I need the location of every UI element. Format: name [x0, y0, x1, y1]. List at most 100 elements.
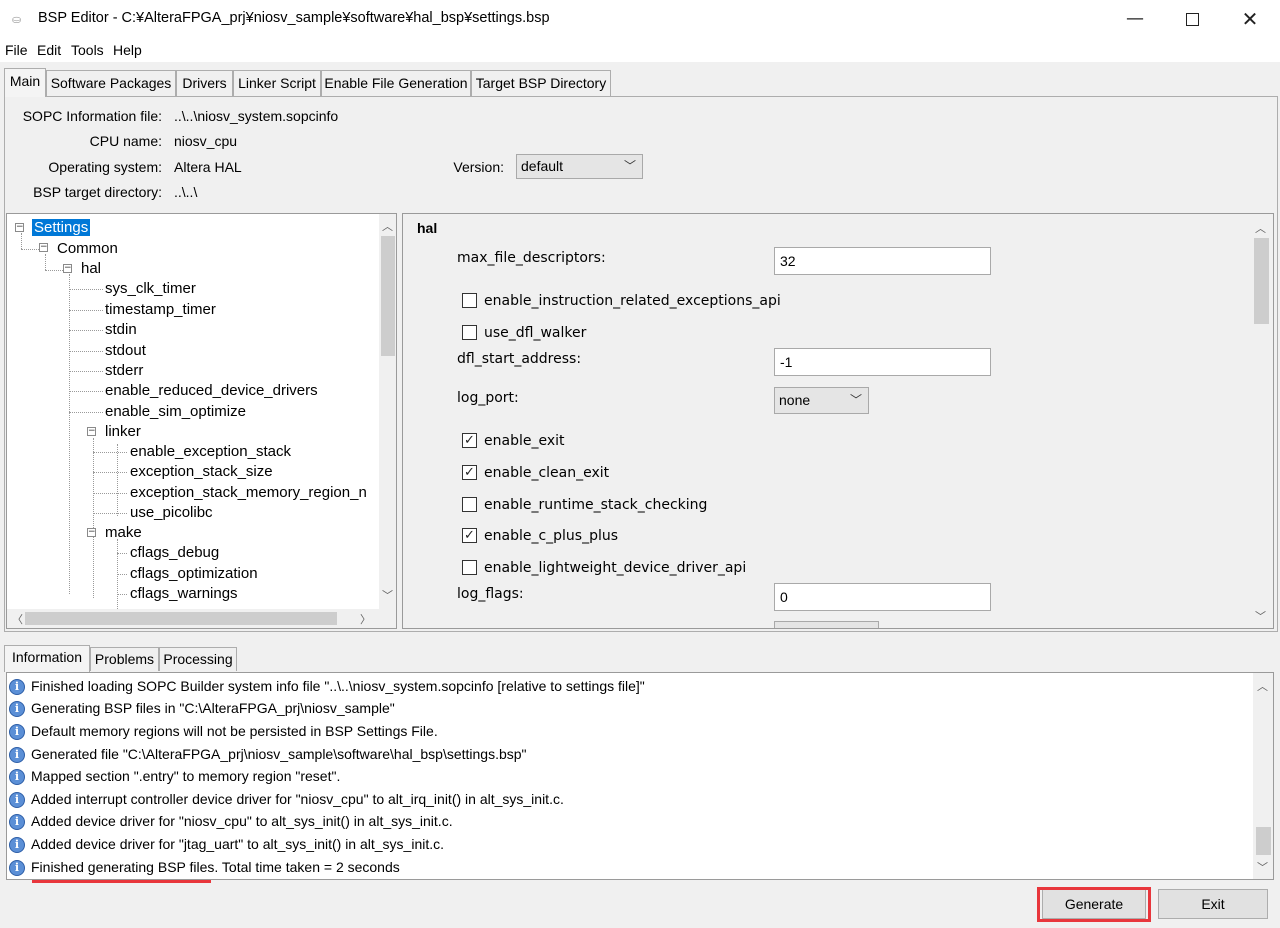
- log-entry: i Generated file "C:\AlteraFPGA_prj\niosv…: [9, 743, 527, 765]
- enable-instruction-related-exceptions-api-checkbox[interactable]: [462, 293, 477, 308]
- info-icon: i: [9, 814, 25, 831]
- max-file-descriptors-input[interactable]: 32: [774, 247, 991, 275]
- tree-node-linker[interactable]: linker: [105, 423, 141, 441]
- tab-problems[interactable]: Problems: [90, 647, 159, 671]
- tree-hscroll-thumb[interactable]: [25, 612, 337, 625]
- tab-drivers[interactable]: Drivers: [176, 70, 233, 96]
- collapse-icon[interactable]: −: [39, 243, 48, 252]
- tree-node-settings[interactable]: Settings: [32, 219, 91, 237]
- tree-guide: [69, 412, 103, 413]
- tab-information[interactable]: Information: [4, 645, 90, 672]
- tree-node-hal[interactable]: hal: [81, 260, 101, 278]
- tree-node-stderr[interactable]: stderr: [105, 362, 143, 380]
- log-port-label: log_port:: [457, 390, 519, 406]
- settings-tree[interactable]: − Settings − Common − hal sys_clk_timer …: [6, 213, 397, 629]
- menu-tools[interactable]: Tools: [71, 42, 104, 58]
- log-vscroll-thumb[interactable]: [1256, 827, 1271, 855]
- tree-guide: [117, 574, 127, 575]
- collapse-icon[interactable]: −: [15, 223, 24, 232]
- tree-guide: [69, 330, 103, 331]
- tree-guide: [69, 351, 103, 352]
- tree-node-stdin[interactable]: stdin: [105, 321, 137, 339]
- scroll-down-icon[interactable]: ﹀: [379, 587, 396, 603]
- cpu-name-label: CPU name:: [89, 133, 162, 149]
- scroll-up-icon[interactable]: ︿: [1254, 678, 1271, 694]
- tree-node-enable-exception-stack[interactable]: enable_exception_stack: [130, 443, 291, 461]
- tree-node-common[interactable]: Common: [57, 240, 118, 258]
- tree-node-cflags-optimization[interactable]: cflags_optimization: [130, 565, 258, 583]
- tree-node-enable-reduced-device-drivers[interactable]: enable_reduced_device_drivers: [105, 382, 318, 400]
- scroll-up-icon[interactable]: ︿: [1252, 220, 1269, 236]
- tree-horizontal-scrollbar[interactable]: 〈 〉: [7, 609, 396, 628]
- collapse-icon[interactable]: −: [87, 528, 96, 537]
- tree-node-sys-clk-timer[interactable]: sys_clk_timer: [105, 280, 196, 298]
- log-flags-input[interactable]: 0: [774, 583, 991, 611]
- tab-software-packages[interactable]: Software Packages: [46, 70, 176, 96]
- settings-vertical-scrollbar[interactable]: ︿ ﹀: [1251, 214, 1271, 628]
- tree-node-enable-sim-optimize[interactable]: enable_sim_optimize: [105, 403, 246, 421]
- settings-vscroll-thumb[interactable]: [1254, 238, 1269, 324]
- tab-enable-file-generation[interactable]: Enable File Generation: [321, 70, 471, 96]
- enable-lightweight-device-driver-api-checkbox[interactable]: [462, 560, 477, 575]
- log-entry-final: i Finished generating BSP files. Total ti…: [9, 856, 400, 878]
- tree-vscroll-thumb[interactable]: [381, 236, 395, 356]
- scroll-left-icon[interactable]: 〈: [9, 611, 26, 627]
- tree-node-exception-stack-memory-region[interactable]: exception_stack_memory_region_n: [130, 484, 367, 502]
- section-title: hal: [417, 220, 438, 236]
- collapse-icon[interactable]: −: [87, 427, 96, 436]
- collapse-icon[interactable]: −: [63, 264, 72, 273]
- enable-exit-checkbox[interactable]: ✓: [462, 433, 477, 448]
- close-button[interactable]: ✕: [1221, 0, 1279, 38]
- exit-button[interactable]: Exit: [1158, 889, 1268, 919]
- tree-node-stdout[interactable]: stdout: [105, 342, 146, 360]
- maximize-button[interactable]: [1163, 0, 1221, 38]
- log-entry: i Default memory regions will not be pers…: [9, 720, 438, 742]
- tree-guide: [93, 493, 127, 494]
- sopc-info-label: SOPC Information file:: [22, 108, 162, 124]
- menu-edit[interactable]: Edit: [37, 42, 61, 58]
- title-bar: ⛀ BSP Editor - C:¥AlteraFPGA_prj¥niosv_s…: [0, 0, 1280, 40]
- log-port-select[interactable]: none ﹀: [774, 387, 869, 414]
- enable-clean-exit-label: enable_clean_exit: [484, 465, 610, 481]
- enable-runtime-stack-checking-checkbox[interactable]: [462, 497, 477, 512]
- partially-visible-field[interactable]: [774, 621, 879, 628]
- tree-guide: [93, 438, 94, 598]
- tree-node-make[interactable]: make: [105, 524, 142, 542]
- menu-file[interactable]: File: [5, 42, 28, 58]
- tab-linker-script[interactable]: Linker Script: [233, 70, 321, 96]
- tree-node-use-picolibc[interactable]: use_picolibc: [130, 504, 213, 522]
- tab-target-bsp-directory[interactable]: Target BSP Directory: [471, 70, 611, 96]
- dfl-start-address-input[interactable]: -1: [774, 348, 991, 376]
- enable-c-plus-plus-checkbox[interactable]: ✓: [462, 528, 477, 543]
- tab-main[interactable]: Main: [4, 68, 46, 97]
- enable-clean-exit-checkbox[interactable]: ✓: [462, 465, 477, 480]
- tree-node-timestamp-timer[interactable]: timestamp_timer: [105, 301, 216, 319]
- log-vertical-scrollbar[interactable]: ︿ ﹀: [1253, 673, 1273, 879]
- information-log[interactable]: i Finished loading SOPC Builder system in…: [6, 672, 1274, 880]
- chevron-down-icon: ﹀: [849, 393, 862, 407]
- max-file-descriptors-label: max_file_descriptors:: [457, 250, 606, 266]
- tree-node-exception-stack-size[interactable]: exception_stack_size: [130, 463, 273, 481]
- tree-node-cflags-warnings[interactable]: cflags_warnings: [130, 585, 238, 603]
- use-dfl-walker-checkbox[interactable]: [462, 325, 477, 340]
- menu-help[interactable]: Help: [113, 42, 142, 58]
- info-icon: i: [9, 792, 25, 809]
- tree-vertical-scrollbar[interactable]: ︿ ﹀: [379, 214, 396, 609]
- log-flags-label: log_flags:: [457, 586, 524, 602]
- minimize-button[interactable]: —: [1106, 0, 1164, 38]
- info-icon: i: [9, 679, 25, 696]
- info-icon: i: [9, 837, 25, 854]
- version-select[interactable]: default ﹀: [516, 154, 643, 179]
- scroll-right-icon[interactable]: 〉: [357, 611, 374, 627]
- tree-node-cflags-debug[interactable]: cflags_debug: [130, 544, 219, 562]
- enable-lightweight-device-driver-api-label: enable_lightweight_device_driver_api: [484, 560, 747, 576]
- tab-processing[interactable]: Processing: [159, 647, 237, 671]
- enable-instruction-related-exceptions-api-label: enable_instruction_related_exceptions_ap…: [484, 293, 781, 309]
- enable-runtime-stack-checking-label: enable_runtime_stack_checking: [484, 497, 708, 513]
- scroll-down-icon[interactable]: ﹀: [1252, 608, 1269, 624]
- os-value: Altera HAL: [174, 159, 242, 175]
- tree-guide: [69, 274, 70, 594]
- scroll-down-icon[interactable]: ﹀: [1254, 859, 1271, 875]
- scroll-up-icon[interactable]: ︿: [379, 218, 396, 234]
- tree-guide: [69, 289, 103, 290]
